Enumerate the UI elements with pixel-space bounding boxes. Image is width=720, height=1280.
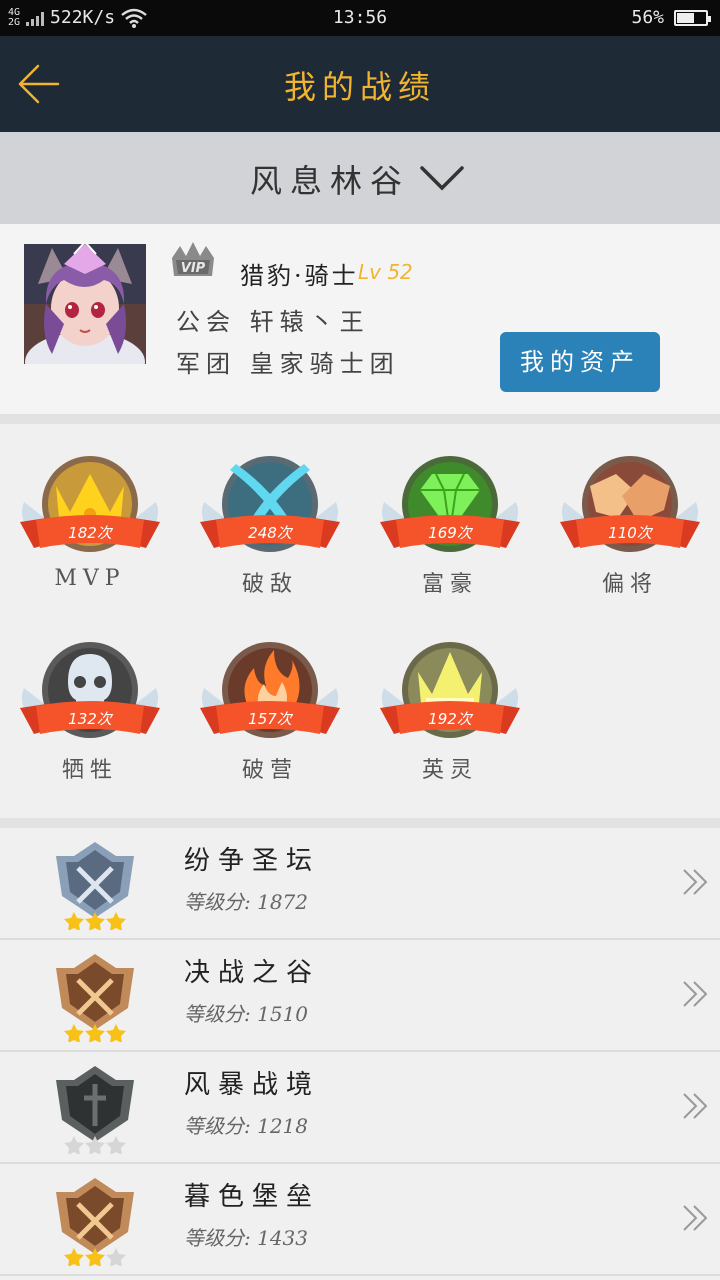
map-name: 暮色堡垒 xyxy=(184,1182,321,1212)
guild-info: 公会 轩辕丶王 xyxy=(176,308,370,336)
medal-count: 169次 xyxy=(428,524,472,542)
medal-po-di[interactable]: 248次 破敌 xyxy=(180,424,360,597)
medal-label: 牺牲 xyxy=(61,758,118,783)
medal-label: 破营 xyxy=(241,758,298,783)
medal-label: 英灵 xyxy=(421,758,478,783)
avatar[interactable] xyxy=(24,244,146,364)
my-assets-button[interactable]: 我的资产 xyxy=(500,332,660,392)
medal-xi-sheng[interactable]: 132次 牺牲 xyxy=(0,610,180,783)
medal-label: 破敌 xyxy=(241,572,298,597)
medal-label: 偏将 xyxy=(601,572,658,597)
medal-count: 182次 xyxy=(68,524,112,542)
map-score: 等级分: 1218 xyxy=(184,1114,308,1138)
chevron-right-icon xyxy=(683,869,708,895)
page-title: 我的战绩 xyxy=(283,68,436,106)
divider xyxy=(0,818,720,828)
star-rating xyxy=(64,1136,126,1154)
medal-pian-jiang[interactable]: 110次 偏将 xyxy=(540,424,720,597)
medal-po-ying[interactable]: 157次 破营 xyxy=(180,610,360,783)
map-name: 纷争圣坛 xyxy=(184,846,321,876)
map-list: 纷争圣坛 等级分: 1872 决战之谷 等级分: 1510 风暴战境 等级分: … xyxy=(0,828,720,1276)
battery-icon xyxy=(674,9,711,26)
rank-emblem-bronze-icon xyxy=(56,1178,134,1266)
map-name: 风暴战境 xyxy=(184,1070,321,1100)
chevron-right-icon xyxy=(683,1093,708,1119)
medal-label: 富豪 xyxy=(421,572,478,597)
profile-card: VIP 猎豹·骑士 Lv 52 公会 轩辕丶王 军团 皇家骑士团 我的资产 xyxy=(0,224,720,414)
medal-ying-ling[interactable]: 192次 英灵 xyxy=(360,610,540,783)
star-rating xyxy=(64,912,126,930)
medal-count: 157次 xyxy=(248,710,292,728)
player-name: 猎豹·骑士 xyxy=(240,262,359,290)
medal-count: 132次 xyxy=(68,710,112,728)
server-selector[interactable]: 风息林谷 xyxy=(0,132,720,224)
map-score: 等级分: 1433 xyxy=(184,1226,308,1250)
map-row-jue-zhan-zhi-gu[interactable]: 决战之谷 等级分: 1510 xyxy=(0,940,720,1052)
clock: 13:56 xyxy=(332,7,388,28)
medal-count: 248次 xyxy=(248,524,292,542)
chevron-right-icon xyxy=(683,1205,708,1231)
vip-badge-icon: VIP xyxy=(172,242,214,276)
vip-badge-text: VIP xyxy=(181,261,206,276)
star-rating xyxy=(64,1024,126,1042)
star-rating xyxy=(64,1248,126,1266)
chevron-right-icon xyxy=(683,981,708,1007)
medal-count: 110次 xyxy=(608,524,652,542)
nav-bar: 我的战绩 xyxy=(0,36,720,132)
map-name: 决战之谷 xyxy=(184,958,321,988)
map-row-feng-bao-zhan-jing[interactable]: 风暴战境 等级分: 1218 xyxy=(0,1052,720,1164)
battery-percent: 56% xyxy=(631,7,664,28)
medal-count: 192次 xyxy=(428,710,472,728)
map-row-mu-se-bao-lei[interactable]: 暮色堡垒 等级分: 1433 xyxy=(0,1164,720,1276)
medal-mvp[interactable]: 182次 MVP xyxy=(0,424,180,594)
status-right: 56% xyxy=(631,7,711,28)
medal-label: MVP xyxy=(54,566,126,591)
medal-grid: 182次 MVP 248次 破敌 169次 富豪 110次 偏将 132次 牺牲… xyxy=(0,424,720,818)
map-score: 等级分: 1872 xyxy=(184,890,308,914)
player-level: Lv 52 xyxy=(358,260,413,284)
rank-emblem-bronze-icon xyxy=(56,954,134,1042)
status-bar: 4G 2G 522K/s 13:56 56% xyxy=(0,0,720,36)
divider xyxy=(0,414,720,424)
map-score: 等级分: 1510 xyxy=(184,1002,308,1026)
server-name: 风息林谷 xyxy=(249,162,410,200)
legion-info: 军团 皇家骑士团 xyxy=(176,350,400,378)
rank-emblem-iron-icon xyxy=(56,1066,134,1154)
map-row-fen-zheng-sheng-tan[interactable]: 纷争圣坛 等级分: 1872 xyxy=(0,828,720,940)
chevron-down-icon xyxy=(420,166,464,191)
rank-emblem-silver-icon xyxy=(56,842,134,930)
medal-fu-hao[interactable]: 169次 富豪 xyxy=(360,424,540,597)
